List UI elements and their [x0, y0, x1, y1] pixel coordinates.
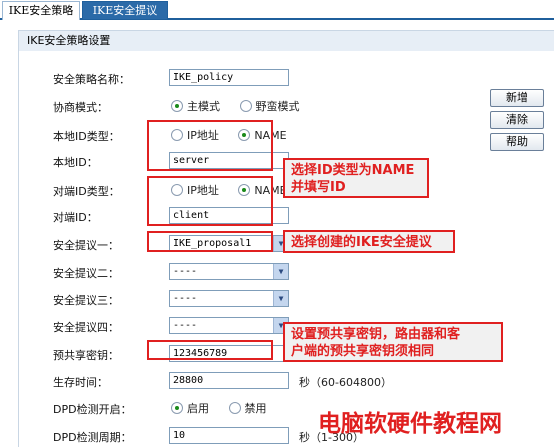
- add-button[interactable]: 新增: [490, 89, 544, 107]
- local-id-highlight: [147, 120, 273, 171]
- chevron-down-icon[interactable]: ▼: [273, 291, 288, 306]
- tab-bar: IKE安全策略 IKE安全提议: [0, 0, 554, 20]
- dpd-enable-label: DPD检测开启：: [53, 403, 132, 416]
- dpd-enable-on-label: 启用: [187, 402, 209, 415]
- id-type-note-line2: 并填写ID: [291, 180, 346, 195]
- psk-note-line2: 户端的预共享密钥须相同: [291, 344, 435, 359]
- negotiation-mode-row: 协商模式： 主模式 野蛮模式: [19, 97, 489, 117]
- dpd-disable-radio[interactable]: [228, 402, 241, 414]
- dpd-enable-off-label: 禁用: [244, 402, 267, 415]
- lifetime-row: 生存时间： 28800 秒（60-604800）: [19, 372, 489, 392]
- local-id-type-label: 本地ID类型：: [53, 130, 120, 143]
- clear-button[interactable]: 清除: [490, 111, 544, 129]
- dpd-enable-radio[interactable]: [171, 402, 183, 414]
- proposal-4-select[interactable]: ---- ▼: [169, 317, 289, 334]
- psk-note-line1: 设置预共享密钥，路由器和客: [291, 327, 461, 342]
- peer-id-highlight: [147, 176, 273, 226]
- proposal-4-value: ----: [173, 320, 198, 331]
- proposal-highlight: [147, 231, 273, 252]
- lifetime-input[interactable]: 28800: [169, 372, 289, 389]
- tab-ike-policy[interactable]: IKE安全策略: [2, 1, 80, 20]
- policy-name-row: 安全策略名称： IKE_policy: [19, 69, 489, 89]
- id-type-callout: 选择ID类型为NAME 并填写ID: [283, 158, 429, 198]
- psk-label: 预共享密钥：: [53, 349, 119, 362]
- psk-callout: 设置预共享密钥，路由器和客 户端的预共享密钥须相同: [283, 322, 503, 362]
- proposal-3-row: 安全提议三： ---- ▼: [19, 290, 489, 310]
- proposal-note: 选择创建的IKE安全提议: [291, 235, 432, 250]
- lifetime-range-hint: 秒（60-604800）: [299, 376, 392, 389]
- main-mode-radio[interactable]: [171, 100, 183, 112]
- proposal-2-value: ----: [173, 266, 198, 277]
- proposal-2-row: 安全提议二： ---- ▼: [19, 263, 489, 283]
- negotiation-mode-label: 协商模式：: [53, 101, 108, 114]
- local-id-label: 本地ID：: [53, 156, 98, 169]
- proposal-3-label: 安全提议三：: [53, 294, 119, 307]
- lifetime-label: 生存时间：: [53, 376, 108, 389]
- proposal-callout: 选择创建的IKE安全提议: [283, 230, 455, 253]
- policy-name-label: 安全策略名称：: [53, 73, 130, 86]
- panel-title: IKE安全策略设置: [19, 31, 554, 51]
- proposal-4-label: 安全提议四：: [53, 321, 119, 334]
- id-type-note-line1: 选择ID类型为NAME: [291, 163, 415, 178]
- proposal-3-select[interactable]: ---- ▼: [169, 290, 289, 307]
- aggressive-mode-radio[interactable]: [239, 100, 252, 112]
- tab-ike-proposal[interactable]: IKE安全提议: [82, 1, 168, 20]
- peer-id-label: 对端ID：: [53, 211, 98, 224]
- dpd-period-label: DPD检测周期：: [53, 431, 132, 444]
- main-mode-label: 主模式: [187, 100, 220, 113]
- proposal-2-label: 安全提议二：: [53, 267, 119, 280]
- proposal-2-select[interactable]: ---- ▼: [169, 263, 289, 280]
- watermark-text: 电脑软硬件教程网: [318, 411, 502, 437]
- proposal-3-value: ----: [173, 293, 198, 304]
- chevron-down-icon[interactable]: ▼: [273, 264, 288, 279]
- psk-highlight: [147, 340, 273, 360]
- help-button[interactable]: 帮助: [490, 133, 544, 151]
- aggressive-mode-label: 野蛮模式: [255, 100, 300, 113]
- proposal-1-label: 安全提议一：: [53, 239, 119, 252]
- policy-name-input[interactable]: IKE_policy: [169, 69, 289, 86]
- peer-id-type-label: 对端ID类型：: [53, 185, 120, 198]
- dpd-period-input[interactable]: 10: [169, 427, 289, 444]
